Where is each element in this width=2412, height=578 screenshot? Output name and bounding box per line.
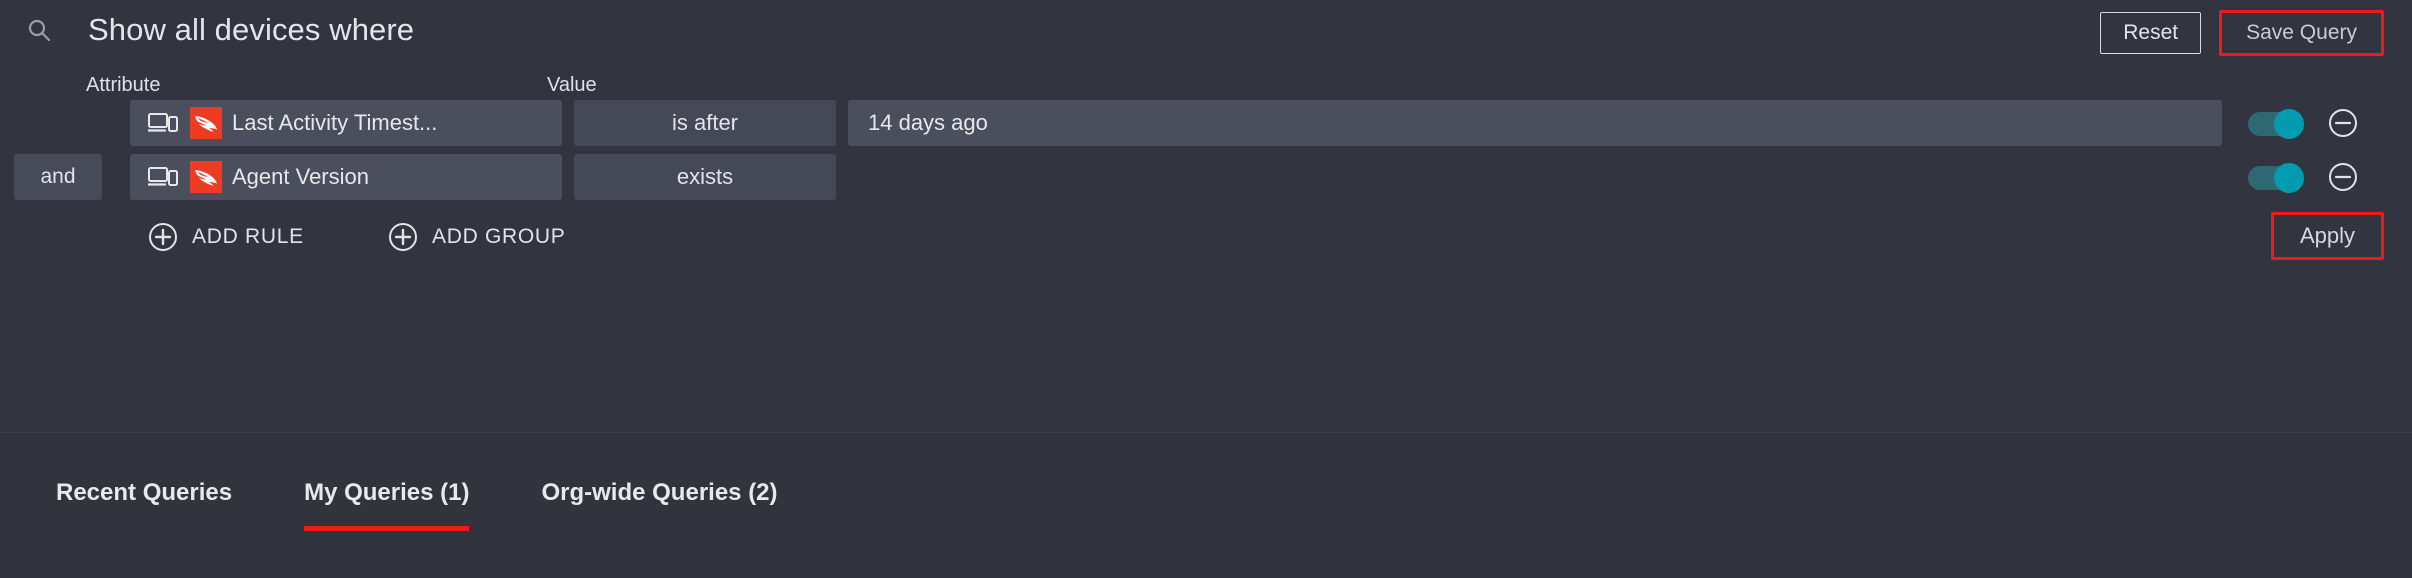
page-title: Show all devices where: [88, 12, 415, 47]
crowdstrike-falcon-logo-icon: [190, 107, 222, 139]
circle-plus-icon: [149, 223, 177, 251]
save-query-button[interactable]: Save Query: [2219, 10, 2384, 56]
attribute-select-0[interactable]: Last Activity Timest...: [130, 100, 562, 146]
attribute-value-1: Agent Version: [232, 164, 369, 189]
query-builder-panel: Show all devices where Reset Save Query …: [0, 0, 2412, 432]
attribute-column-label: Attribute: [86, 74, 161, 96]
builder-actions-row: ADD RULE ADD GROUP Apply: [0, 208, 2412, 268]
device-icon: [147, 112, 178, 134]
reset-button[interactable]: Reset: [2100, 12, 2202, 54]
rule-enable-toggle-1[interactable]: [2248, 163, 2304, 193]
apply-button[interactable]: Apply: [2270, 212, 2384, 260]
builder-header: Show all devices where Reset Save Query: [0, 0, 2412, 62]
add-group-label: ADD GROUP: [432, 225, 566, 248]
circle-plus-icon: [389, 223, 417, 251]
tab-my-queries[interactable]: My Queries (1): [268, 433, 505, 533]
add-rule-button[interactable]: ADD RULE: [148, 222, 304, 252]
toggle-knob: [2274, 109, 2304, 139]
query-tabs: Recent Queries My Queries (1) Org-wide Q…: [0, 433, 814, 533]
toggle-knob: [2274, 163, 2304, 193]
conjunction-select-1[interactable]: and: [14, 154, 102, 200]
value-input-1[interactable]: [848, 154, 2222, 200]
circle-minus-icon: [2329, 109, 2357, 137]
value-input-0[interactable]: 14 days ago: [848, 100, 2222, 146]
rule-enable-toggle-0[interactable]: [2248, 109, 2304, 139]
tab-label: Recent Queries: [56, 479, 233, 506]
search-icon: [28, 19, 51, 42]
header-actions: Reset Save Query: [2100, 10, 2384, 56]
value-column-label: Value: [547, 74, 597, 96]
tab-active-underline: [304, 526, 470, 531]
table-row: and Agent Version exists: [0, 154, 2412, 200]
circle-minus-icon: [2329, 163, 2357, 191]
crowdstrike-falcon-logo-icon: [190, 161, 222, 193]
table-row: Last Activity Timest... is after 14 days…: [0, 100, 2412, 146]
attribute-select-1[interactable]: Agent Version: [130, 154, 562, 200]
operator-select-1[interactable]: exists: [574, 154, 836, 200]
remove-rule-button-1[interactable]: [2328, 162, 2358, 192]
tab-org-wide-queries[interactable]: Org-wide Queries (2): [505, 433, 813, 533]
add-rule-label: ADD RULE: [192, 225, 304, 248]
rules-list: Last Activity Timest... is after 14 days…: [0, 100, 2412, 208]
tab-label: Org-wide Queries (2): [541, 479, 778, 506]
add-group-button[interactable]: ADD GROUP: [388, 222, 565, 252]
operator-select-0[interactable]: is after: [574, 100, 836, 146]
device-icon: [147, 166, 178, 188]
tab-label: My Queries (1): [304, 479, 470, 506]
remove-rule-button-0[interactable]: [2328, 108, 2358, 138]
saved-queries-panel: Recent Queries My Queries (1) Org-wide Q…: [0, 432, 2412, 578]
tab-recent-queries[interactable]: Recent Queries: [0, 433, 268, 533]
attribute-value-0: Last Activity Timest...: [232, 110, 438, 135]
